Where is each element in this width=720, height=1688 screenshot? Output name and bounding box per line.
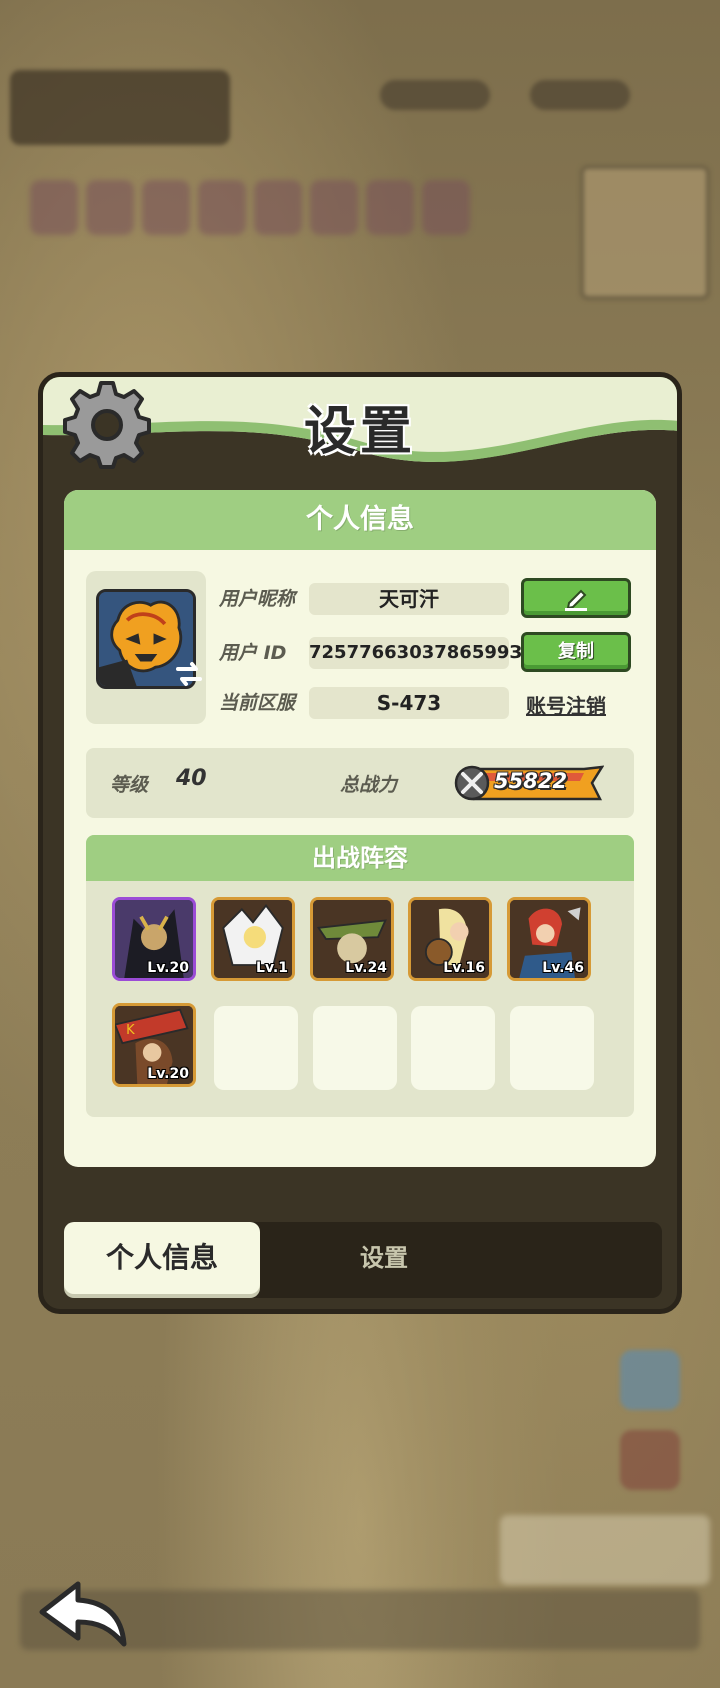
tab-settings[interactable]: 设置: [284, 1222, 484, 1294]
empty-hero-slot[interactable]: [214, 1006, 298, 1090]
lineup-header: 出战阵容: [86, 835, 634, 881]
stats-bar: 等级 40 总战力 55822: [86, 748, 634, 818]
hero-level: Lv.16: [443, 960, 485, 976]
pencil-icon: [565, 589, 587, 611]
user-id-label: 用户 ID: [219, 642, 287, 664]
background-chat: [500, 1515, 710, 1585]
lineup-section: 出战阵容 Lv.20 Lv.1 Lv.24 Lv.16 Lv.46 K Lv.2…: [86, 835, 634, 1117]
empty-hero-slot[interactable]: [510, 1006, 594, 1090]
panel-header: 设置: [43, 377, 677, 477]
server-label: 当前区服: [219, 692, 296, 714]
level-label: 等级: [110, 774, 149, 796]
background-side-icon: [620, 1430, 680, 1490]
background-resource: [380, 80, 490, 110]
empty-hero-slot[interactable]: [313, 1006, 397, 1090]
nickname-label: 用户昵称: [219, 588, 296, 610]
hero-level: Lv.20: [147, 960, 189, 976]
empty-hero-slot[interactable]: [411, 1006, 495, 1090]
edit-nickname-button[interactable]: [521, 578, 631, 618]
profile-card: 个人信息 用户昵称 天可汗 用户 ID 7257766303786599З 复制…: [64, 490, 656, 1167]
delete-account-link[interactable]: 账号注销: [526, 690, 606, 719]
hero-level: Lv.24: [345, 960, 387, 976]
hero-level: Lv.46: [542, 960, 584, 976]
nickname-value: 天可汗: [309, 583, 509, 615]
svg-text:K: K: [126, 1023, 135, 1038]
profile-card-header: 个人信息: [64, 490, 656, 550]
level-value: 40: [176, 766, 207, 791]
back-arrow-icon: [39, 1581, 127, 1647]
power-label: 总战力: [340, 774, 398, 796]
server-value: S-473: [309, 687, 509, 719]
panel-title: 设置: [303, 402, 416, 462]
background-side-icon: [620, 1350, 680, 1410]
background-player-bar: [10, 70, 230, 145]
swap-icon[interactable]: [174, 659, 204, 689]
user-id-value: 7257766303786599З: [309, 637, 522, 669]
hero-slot-2[interactable]: Lv.1: [211, 897, 295, 981]
background-resource: [530, 80, 630, 110]
hero-slot-1[interactable]: Lv.20: [112, 897, 196, 981]
hero-level: Lv.20: [147, 1066, 189, 1082]
hero-level: Lv.1: [256, 960, 288, 976]
tab-profile[interactable]: 个人信息: [64, 1222, 260, 1294]
tab-bar: 个人信息 设置: [64, 1222, 662, 1298]
power-value: 55822: [494, 769, 568, 793]
background-minimap: [580, 165, 710, 300]
avatar-box: [86, 571, 206, 724]
back-button[interactable]: [38, 1578, 130, 1648]
power-badge: 55822: [454, 765, 605, 801]
crossed-swords-icon: [454, 765, 490, 801]
hero-slot-6[interactable]: K Lv.20: [112, 1003, 196, 1087]
copy-id-button[interactable]: 复制: [521, 632, 631, 672]
hero-slot-4[interactable]: Lv.16: [408, 897, 492, 981]
background-hero-row: [30, 180, 470, 235]
settings-panel: 设置 个人信息 用户昵称 天可汗 用户 ID 7257766303786599З…: [38, 372, 682, 1314]
hero-slot-5[interactable]: Lv.46: [507, 897, 591, 981]
hero-slot-3[interactable]: Lv.24: [310, 897, 394, 981]
